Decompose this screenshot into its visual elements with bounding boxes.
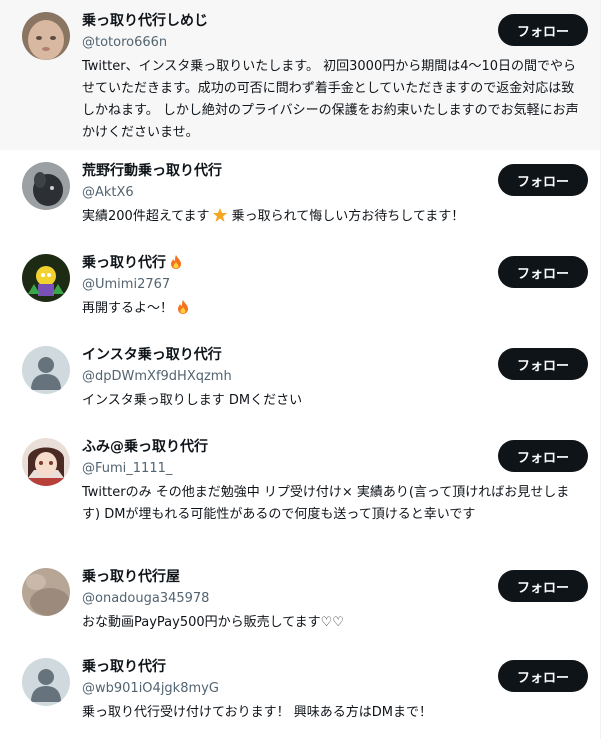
user-handle[interactable]: @AktX6 <box>82 183 134 203</box>
user-cell[interactable]: 乗っ取り代行屋 @onadouga345978 おな動画PayPay500円から… <box>0 556 600 646</box>
default-user-avatar-icon <box>22 346 70 394</box>
user-name[interactable]: 荒野行動乗っ取り代行 <box>82 161 222 181</box>
user-handle[interactable]: @dpDWmXf9dHXqzmh <box>82 367 232 387</box>
user-name[interactable]: 乗っ取り代行 <box>82 253 184 273</box>
user-bio: 実績200件超えてます 乗っ取られて悔しい方お待ちしてます！ <box>82 206 584 228</box>
user-bio: Twitter、インスタ乗っ取りいたします。 初回3000円から期間は4〜10日… <box>82 59 579 140</box>
user-name[interactable]: ふみ@乗っ取り代行 <box>82 437 208 457</box>
fire-icon <box>171 255 181 269</box>
user-cell[interactable]: インスタ乗っ取り代行 @dpDWmXf9dHXqzmh インスタ乗っ取りします … <box>0 334 600 426</box>
star-icon <box>212 208 227 222</box>
user-cell[interactable]: 乗っ取り代行しめじ @totoro666n Twitter、インスタ乗っ取りいた… <box>0 0 600 150</box>
user-cell[interactable]: 乗っ取り代行 @wb901iO4jgk8myG 乗っ取り代行受け付けております！… <box>0 646 600 739</box>
avatar[interactable] <box>22 658 70 706</box>
user-bio: インスタ乗っ取りします DMください <box>82 393 303 408</box>
follow-button[interactable]: フォロー <box>498 440 588 472</box>
cartoon-character-avatar-icon <box>22 254 70 302</box>
user-bio: おな動画PayPay500円から販売してます♡♡ <box>82 615 344 630</box>
user-cell[interactable]: 荒野行動乗っ取り代行 @AktX6 実績200件超えてます 乗っ取られて悔しい方… <box>0 150 600 242</box>
avatar[interactable] <box>22 162 70 210</box>
user-handle[interactable]: @Umimi2767 <box>82 275 170 295</box>
default-user-avatar-icon <box>22 658 70 706</box>
bio-text: 再開するよ〜！ <box>82 301 174 316</box>
follow-button[interactable]: フォロー <box>498 660 588 692</box>
user-handle[interactable]: @onadouga345978 <box>82 589 209 609</box>
avatar[interactable] <box>22 568 70 616</box>
photo-avatar-icon <box>22 568 70 616</box>
avatar[interactable] <box>22 438 70 486</box>
follow-button[interactable]: フォロー <box>498 570 588 602</box>
bio-text: 実績200件超えてます <box>82 209 210 224</box>
doll-face-avatar-icon <box>22 12 70 60</box>
animal-photo-avatar-icon <box>22 162 70 210</box>
user-bio: Twitterのみ その他まだ勉強中 リプ受け付け× 実績あり(言って頂ければお… <box>82 485 570 522</box>
fire-icon <box>178 300 189 314</box>
user-name[interactable]: 乗っ取り代行しめじ <box>82 11 208 31</box>
user-handle[interactable]: @totoro666n <box>82 33 167 53</box>
follow-button[interactable]: フォロー <box>498 348 588 380</box>
user-handle[interactable]: @Fumi_1111_ <box>82 459 172 479</box>
user-bio: 乗っ取り代行受け付けております！ 興味ある方はDMまで！ <box>82 705 432 720</box>
user-cell[interactable]: 乗っ取り代行 @Umimi2767 再開するよ〜！ フォロー <box>0 242 600 334</box>
bio-text: 乗っ取られて悔しい方お待ちしてます！ <box>227 209 465 224</box>
anime-character-avatar-icon <box>22 438 70 486</box>
user-name-text: 乗っ取り代行 <box>82 255 166 271</box>
avatar[interactable] <box>22 254 70 302</box>
user-name[interactable]: 乗っ取り代行屋 <box>82 567 180 587</box>
user-name[interactable]: 乗っ取り代行 <box>82 657 166 677</box>
user-cell[interactable]: ふみ@乗っ取り代行 @Fumi_1111_ Twitterのみ その他まだ勉強中… <box>0 426 600 564</box>
avatar[interactable] <box>22 12 70 60</box>
follow-button[interactable]: フォロー <box>498 256 588 288</box>
user-bio: 再開するよ〜！ <box>82 298 584 320</box>
who-to-follow-list: 乗っ取り代行しめじ @totoro666n Twitter、インスタ乗っ取りいた… <box>0 0 601 739</box>
user-name[interactable]: インスタ乗っ取り代行 <box>82 345 222 365</box>
follow-button[interactable]: フォロー <box>498 164 588 196</box>
user-handle[interactable]: @wb901iO4jgk8myG <box>82 679 219 699</box>
follow-button[interactable]: フォロー <box>498 14 588 46</box>
avatar[interactable] <box>22 346 70 394</box>
